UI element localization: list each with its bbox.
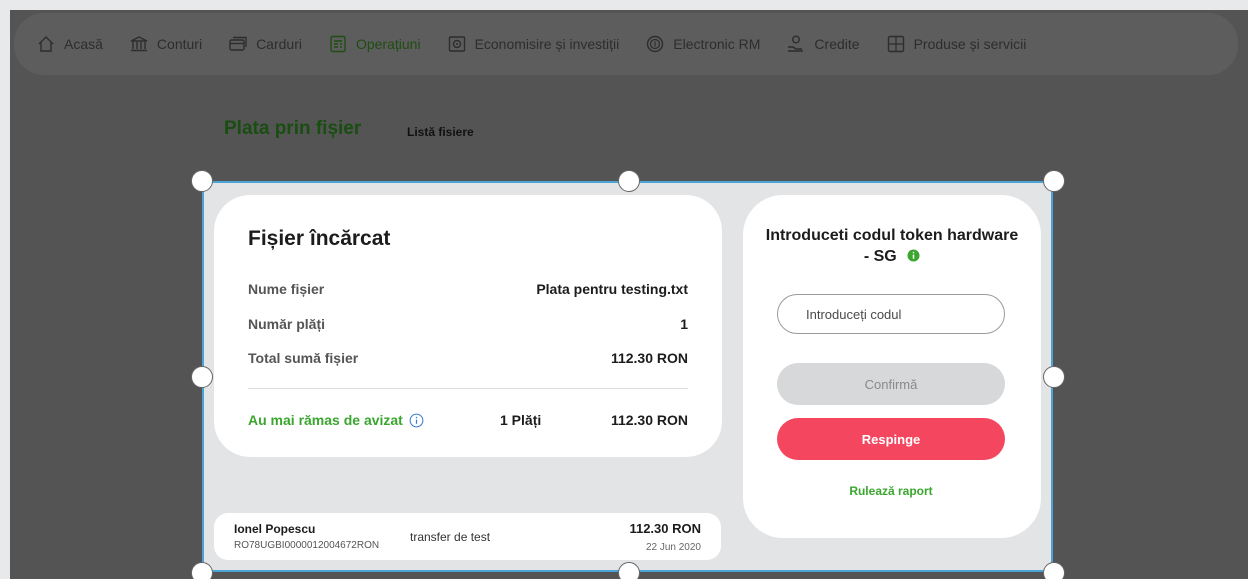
products-icon	[886, 34, 906, 54]
nav-item-label: Economisire și investiții	[474, 36, 620, 52]
payee-iban: RO78UGBI0000012004672RON	[234, 540, 380, 551]
safe-icon	[447, 34, 467, 54]
home-icon	[36, 34, 56, 54]
payment-description: transfer de test	[410, 530, 491, 544]
remaining-to-approve: Au mai rămas de avizat	[248, 412, 424, 428]
payment-date: 22 Jun 2020	[645, 542, 701, 553]
payee-name: Ionel Popescu	[234, 522, 316, 536]
nav-item-label: Carduri	[256, 36, 302, 52]
credit-icon	[786, 34, 806, 54]
token-card: Introduceti codul token hardware - SG Co…	[743, 195, 1041, 538]
file-card-title: Fișier încărcat	[248, 227, 391, 250]
file-total-label: Total sumă fișier	[248, 350, 359, 366]
resize-handle-bottom-center[interactable]	[618, 562, 640, 579]
info-icon[interactable]	[907, 247, 920, 262]
payment-count-value: 1	[680, 316, 688, 332]
file-name-value: Plata pentru testing.txt	[536, 281, 688, 297]
nav-item-label: Electronic RM	[673, 36, 761, 52]
resize-handle-top-center[interactable]	[618, 170, 640, 192]
resize-handle-middle-right[interactable]	[1043, 366, 1065, 388]
resize-handle-bottom-right[interactable]	[1043, 562, 1065, 579]
coin-icon	[645, 34, 665, 54]
operations-icon	[328, 34, 348, 54]
file-list-link[interactable]: Listă fisiere	[407, 125, 474, 139]
remaining-count: 1 Plăți	[500, 412, 542, 428]
nav-item-label: Conturi	[156, 36, 203, 52]
reject-button[interactable]: Respinge	[777, 418, 1005, 460]
card-icon	[228, 34, 248, 54]
remaining-total: 112.30 RON	[610, 412, 688, 428]
nav-item-acasa[interactable]: Acasă	[36, 34, 103, 54]
resize-handle-middle-left[interactable]	[191, 366, 213, 388]
nav-item-label: Acasă	[64, 36, 103, 52]
file-name-label: Nume fișier	[248, 281, 325, 297]
token-title: Introduceti codul token hardware - SG	[763, 225, 1021, 267]
resize-handle-bottom-left[interactable]	[191, 562, 213, 579]
nav-item-conturi[interactable]: Conturi	[129, 34, 202, 54]
top-navigation: Acasă Conturi Carduri Operațiuni Economi…	[14, 13, 1238, 75]
screen: Acasă Conturi Carduri Operațiuni Economi…	[0, 0, 1248, 579]
nav-item-credite[interactable]: Credite	[786, 34, 860, 54]
payment-count-label: Număr plăți	[248, 316, 326, 332]
page-title: Plata prin fișier	[224, 118, 362, 139]
nav-item-operatiuni[interactable]: Operațiuni	[328, 34, 421, 54]
payment-amount: 112.30 RON	[629, 521, 701, 536]
nav-item-label: Produse și servicii	[913, 36, 1027, 52]
file-total-value: 112.30 RON	[610, 350, 688, 366]
bank-icon	[129, 34, 149, 54]
nav-item-carduri[interactable]: Carduri	[228, 34, 302, 54]
card-divider	[248, 388, 688, 389]
resize-handle-top-left[interactable]	[191, 170, 213, 192]
resize-handle-top-right[interactable]	[1043, 170, 1065, 192]
remaining-label-text: Au mai rămas de avizat	[248, 412, 403, 428]
token-title-text: Introduceti codul token hardware - SG	[765, 227, 1019, 265]
nav-item-label: Operațiuni	[355, 36, 421, 52]
table-row[interactable]: Ionel Popescu RO78UGBI0000012004672RON t…	[214, 513, 721, 560]
token-code-input[interactable]	[777, 294, 1005, 334]
nav-item-produse[interactable]: Produse și servicii	[886, 34, 1027, 54]
info-icon[interactable]	[409, 413, 424, 428]
run-report-link[interactable]: Rulează raport	[777, 484, 1005, 498]
nav-item-economisire[interactable]: Economisire și investiții	[447, 34, 620, 54]
nav-item-electronic-rm[interactable]: Electronic RM	[645, 34, 760, 54]
uploaded-file-card: Fișier încărcat Nume fișier Plata pentru…	[214, 195, 722, 457]
nav-item-label: Credite	[814, 36, 860, 52]
confirm-button[interactable]: Confirmă	[777, 363, 1005, 405]
